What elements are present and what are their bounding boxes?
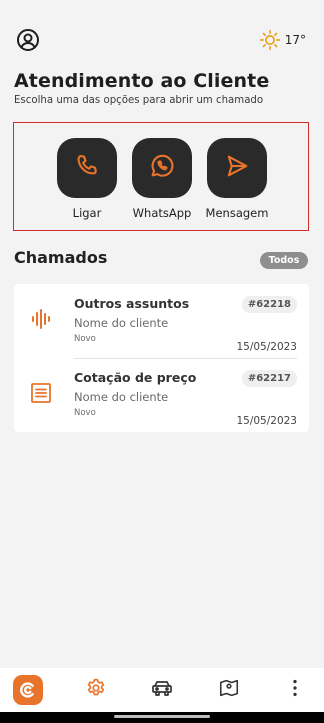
nav-home[interactable] — [13, 675, 43, 705]
car-icon — [150, 676, 174, 704]
system-navigation-bar — [0, 712, 324, 723]
app-logo-icon — [13, 675, 43, 705]
gear-icon — [85, 677, 107, 703]
call-label: Ligar — [72, 206, 102, 220]
page-title: Atendimento ao Cliente — [14, 70, 270, 92]
call-option[interactable]: Ligar — [52, 138, 122, 220]
whatsapp-button[interactable] — [132, 138, 192, 198]
ticket-client: Nome do cliente — [74, 316, 169, 330]
bottom-nav — [0, 668, 324, 712]
page-subtitle: Escolha uma das opções para abrir um cha… — [14, 95, 264, 106]
user-circle-icon[interactable] — [16, 28, 40, 52]
filter-all-chip[interactable]: Todos — [260, 252, 308, 269]
tickets-section-title: Chamados — [14, 248, 108, 267]
nav-more[interactable] — [280, 675, 310, 705]
whatsapp-option[interactable]: WhatsApp — [127, 138, 197, 220]
ticket-subject: Outros assuntos — [74, 296, 190, 311]
ticket-date: 15/05/2023 — [236, 415, 297, 427]
nav-vehicles[interactable] — [147, 675, 177, 705]
message-label: Mensagem — [205, 206, 269, 220]
document-icon — [28, 380, 54, 406]
nav-settings[interactable] — [81, 675, 111, 705]
phone-icon — [73, 152, 101, 184]
ticket-subject: Cotação de preço — [74, 370, 197, 385]
ticket-item[interactable]: Cotação de preço Nome do cliente Novo #6… — [14, 358, 309, 432]
ticket-client: Nome do cliente — [74, 390, 169, 404]
message-option[interactable]: Mensagem — [202, 138, 272, 220]
more-vertical-icon — [284, 677, 306, 703]
top-bar: 17° — [0, 0, 324, 58]
sun-icon — [259, 29, 281, 51]
whatsapp-label: WhatsApp — [132, 206, 192, 220]
map-pin-icon — [218, 677, 240, 703]
call-button[interactable] — [57, 138, 117, 198]
home-indicator[interactable] — [114, 715, 210, 718]
ticket-status: Novo — [74, 334, 96, 344]
ticket-number: #62218 — [241, 296, 297, 313]
ticket-date: 15/05/2023 — [236, 341, 297, 353]
send-icon — [223, 152, 251, 184]
nav-map[interactable] — [214, 675, 244, 705]
message-button[interactable] — [207, 138, 267, 198]
temperature: 17° — [284, 33, 306, 47]
contact-options: Ligar WhatsApp Mensagem — [13, 122, 309, 231]
whatsapp-icon — [148, 152, 176, 184]
audio-wave-icon — [28, 306, 54, 332]
weather-widget: 17° — [259, 29, 306, 51]
ticket-number: #62217 — [241, 370, 297, 387]
tickets-list: Outros assuntos Nome do cliente Novo #62… — [14, 284, 309, 432]
ticket-status: Novo — [74, 408, 96, 418]
ticket-item[interactable]: Outros assuntos Nome do cliente Novo #62… — [14, 284, 309, 359]
